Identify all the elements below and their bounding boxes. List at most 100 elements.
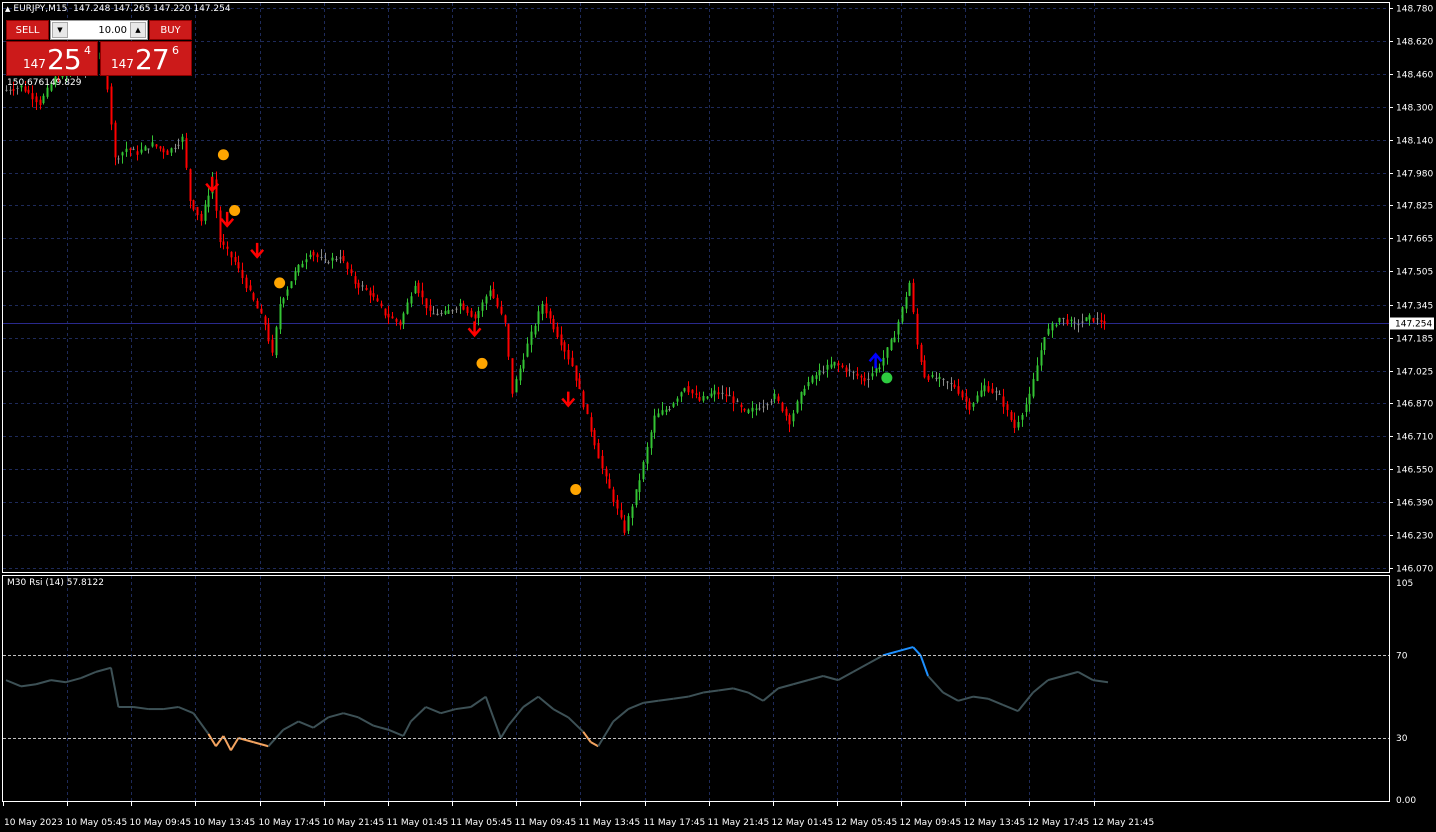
candle-body (447, 310, 450, 314)
candle-body (631, 506, 634, 518)
buy-price-prefix: 147 (111, 57, 134, 71)
rsi-segment (50, 679, 67, 684)
lot-increase-arrow-icon[interactable]: ▲ (130, 22, 146, 38)
candle-body (923, 360, 926, 378)
candle-body (136, 151, 139, 155)
rsi-segment (643, 699, 659, 704)
candle-body (620, 510, 623, 518)
rsi-segment (312, 716, 329, 729)
rsi-tick-label: 0.00 (1396, 796, 1416, 806)
candle-body (586, 404, 589, 415)
rsi-segment (1032, 679, 1049, 694)
candle-body (968, 401, 971, 410)
trading-chart[interactable]: 148.780 148.620 148.460 148.300 148.140 147.9… (0, 0, 1436, 832)
sell-button[interactable]: SELL (6, 20, 49, 40)
candle-body (1081, 321, 1084, 323)
candle-body (477, 310, 480, 318)
candle-body (230, 251, 233, 258)
rsi-segment (897, 646, 914, 653)
candle-body (593, 430, 596, 446)
candle-body (410, 296, 413, 304)
candle-body (402, 313, 405, 325)
rsi-segment (297, 720, 314, 729)
candle-body (601, 455, 604, 469)
candle-body (1025, 404, 1028, 412)
candle-body (384, 308, 387, 316)
price-tick-label: 148.300 (1396, 104, 1433, 114)
rsi-segment (192, 712, 210, 735)
candle-body (481, 302, 484, 311)
price-tick-label: 147.505 (1396, 268, 1433, 278)
candle-body (125, 148, 128, 152)
candle-body (492, 289, 495, 299)
candle-body (414, 285, 417, 294)
candle-body (1103, 321, 1106, 324)
candle-body (222, 241, 225, 245)
candle-body (777, 396, 780, 402)
candle-body (668, 408, 671, 410)
candle-body (912, 282, 915, 313)
candle-body (837, 363, 840, 365)
candle-body (563, 342, 566, 352)
candle-body (882, 357, 885, 366)
candle-body (852, 371, 855, 373)
candle-body (545, 303, 548, 314)
rsi-segment (567, 716, 584, 733)
candle-body (672, 403, 675, 407)
candle-body (440, 313, 443, 315)
price-tick-label: 148.460 (1396, 71, 1433, 81)
buy-signal-dot (881, 372, 893, 384)
candle-body (642, 462, 645, 480)
candle-body (132, 148, 135, 150)
candle-body (200, 213, 203, 222)
candle-body (938, 376, 941, 379)
price-tick-label: 147.345 (1396, 302, 1433, 312)
candle-body (185, 138, 188, 168)
candle-body (788, 415, 791, 425)
lot-decrease-arrow-icon[interactable]: ▼ (52, 22, 68, 38)
collapse-triangle-icon[interactable]: ▲ (5, 5, 10, 13)
rsi-segment (777, 683, 794, 690)
sell-price-big: 25 (47, 43, 82, 76)
candle-body (833, 361, 836, 366)
rsi-segment (343, 712, 359, 719)
sell-price-box[interactable]: 147 25 4 (6, 41, 98, 76)
rsi-segment (762, 687, 779, 702)
candle-body (549, 311, 552, 319)
candle-body (31, 93, 34, 100)
time-axis[interactable]: 10 May 2023 10 May 05:45 10 May 09:45 10 Ma… (3, 802, 1155, 828)
candle-body (762, 406, 765, 408)
candle-body (721, 392, 724, 394)
candle-body (556, 326, 559, 338)
candle-body (590, 417, 593, 432)
price-tick-label: 146.070 (1396, 565, 1433, 575)
candle-body (830, 364, 833, 368)
rsi-segment (387, 728, 404, 737)
candle-body (1017, 421, 1020, 428)
candle-body (886, 347, 889, 358)
candle-body (935, 377, 938, 380)
time-tick-label: 12 May 13:45 (964, 818, 1026, 828)
candle-body (511, 358, 514, 394)
rsi-segment (109, 667, 120, 708)
candle-body (650, 432, 653, 449)
candle-body (147, 148, 150, 150)
buy-price-box[interactable]: 147 27 6 (100, 41, 192, 76)
candle-body (234, 257, 237, 262)
price-tick-label: 147.185 (1396, 335, 1433, 345)
candle-body (901, 307, 904, 322)
candle-body (537, 311, 540, 325)
candle-body (294, 271, 297, 281)
candle-body (755, 408, 758, 410)
price-tick-label: 147.665 (1396, 235, 1433, 245)
lot-size-input[interactable] (69, 23, 127, 37)
buy-button[interactable]: BUY (149, 20, 192, 40)
candle-body (931, 375, 934, 377)
price-tick-label: 146.710 (1396, 433, 1433, 443)
candle-body (743, 408, 746, 411)
rsi-tick-label: 70 (1396, 651, 1408, 661)
time-tick-label: 10 May 13:45 (194, 818, 256, 828)
candle-body (16, 87, 19, 89)
candle-body (773, 393, 776, 400)
price-axis[interactable]: 148.780 148.620 148.460 148.300 148.140 147.9… (1389, 5, 1434, 575)
